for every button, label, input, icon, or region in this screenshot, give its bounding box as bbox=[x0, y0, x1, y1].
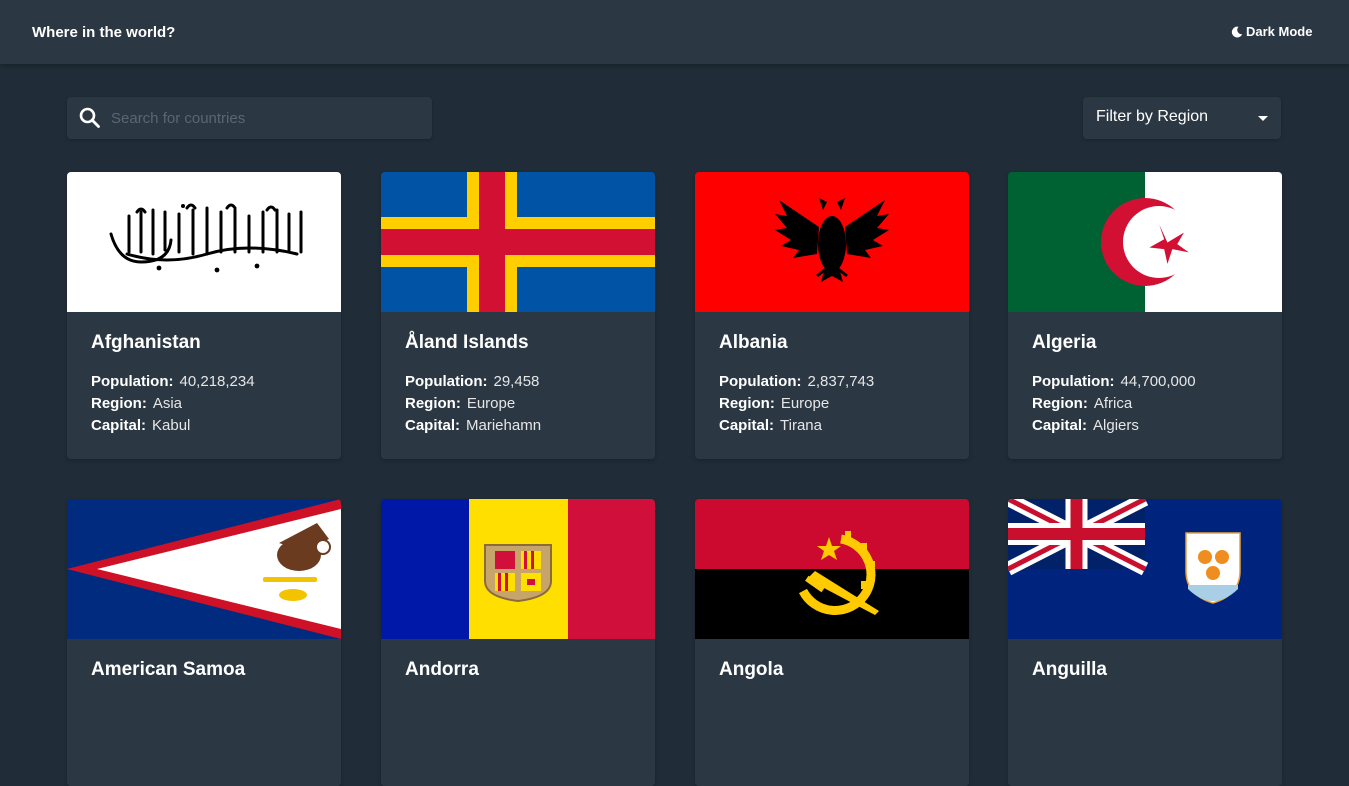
region-label: Region: bbox=[405, 395, 461, 412]
country-name: Andorra bbox=[405, 659, 479, 680]
population-label: Population: bbox=[91, 373, 174, 390]
population-value: 2,837,743 bbox=[807, 373, 875, 390]
country-name: Algeria bbox=[1032, 332, 1097, 353]
region-value: Africa bbox=[1093, 395, 1133, 412]
flag-angola bbox=[695, 499, 969, 639]
capital-label: Capital: bbox=[719, 417, 775, 434]
capital-label: Capital: bbox=[91, 417, 147, 434]
region-value: Europe bbox=[780, 395, 830, 412]
flag-american-samoa bbox=[67, 499, 341, 639]
country-name: Angola bbox=[719, 659, 784, 680]
population-value: 44,700,000 bbox=[1120, 373, 1196, 390]
country-name: American Samoa bbox=[91, 659, 246, 680]
region-label: Region: bbox=[91, 395, 147, 412]
capital-value: Mariehamn bbox=[466, 417, 542, 434]
country-card-aland-islands[interactable]: Åland Islands Population: 29,458 Region: E… bbox=[381, 172, 655, 459]
population-value: 29,458 bbox=[493, 373, 540, 390]
dark-mode-toggle[interactable]: Dark Mode bbox=[1231, 24, 1312, 39]
region-label: Region: bbox=[719, 395, 775, 412]
region-label: Region: bbox=[1032, 395, 1088, 412]
dark-mode-label: Dark Mode bbox=[1246, 24, 1313, 39]
flag-andorra bbox=[381, 499, 655, 639]
flag-afghanistan bbox=[67, 172, 341, 312]
flag-algeria bbox=[1008, 172, 1282, 312]
search-icon bbox=[79, 107, 100, 128]
region-filter-label: Filter by Region bbox=[1096, 108, 1209, 125]
population-label: Population: bbox=[405, 373, 488, 390]
top-bar: Where in the world? Dark Mode bbox=[0, 0, 1349, 64]
country-card-angola[interactable]: Angola bbox=[695, 499, 969, 786]
country-name: Anguilla bbox=[1032, 659, 1107, 680]
population-label: Population: bbox=[719, 373, 802, 390]
country-card-algeria[interactable]: Algeria Population: 44,700,000 Region: Afr… bbox=[1008, 172, 1282, 459]
search-input[interactable] bbox=[111, 97, 421, 139]
country-card-afghanistan[interactable]: Afghanistan Population: 40,218,234 Region… bbox=[67, 172, 341, 459]
country-card-andorra[interactable]: Andorra bbox=[381, 499, 655, 786]
search-box[interactable] bbox=[67, 97, 432, 139]
population-label: Population: bbox=[1032, 373, 1115, 390]
country-name: Åland Islands bbox=[405, 332, 529, 353]
flag-aland-islands bbox=[381, 172, 655, 312]
region-value: Asia bbox=[152, 395, 183, 412]
region-value: Europe bbox=[466, 395, 516, 412]
capital-value: Algiers bbox=[1093, 417, 1139, 434]
capital-value: Tirana bbox=[780, 417, 822, 434]
moon-icon bbox=[1231, 26, 1243, 37]
capital-label: Capital: bbox=[1032, 417, 1088, 434]
capital-value: Kabul bbox=[152, 417, 191, 434]
population-value: 40,218,234 bbox=[179, 373, 255, 390]
country-name: Albania bbox=[719, 332, 788, 353]
country-name: Afghanistan bbox=[91, 332, 201, 353]
country-card-albania[interactable]: Albania Population: 2,837,743 Region: Euro… bbox=[695, 172, 969, 459]
flag-anguilla bbox=[1008, 499, 1282, 639]
country-card-anguilla[interactable]: Anguilla bbox=[1008, 499, 1282, 786]
flag-albania bbox=[695, 172, 969, 312]
region-filter-dropdown[interactable]: Filter by Region bbox=[1083, 97, 1281, 139]
chevron-down-icon bbox=[1258, 116, 1268, 121]
app-title: Where in the world? bbox=[32, 24, 176, 41]
capital-label: Capital: bbox=[405, 417, 461, 434]
country-card-american-samoa[interactable]: American Samoa bbox=[67, 499, 341, 786]
